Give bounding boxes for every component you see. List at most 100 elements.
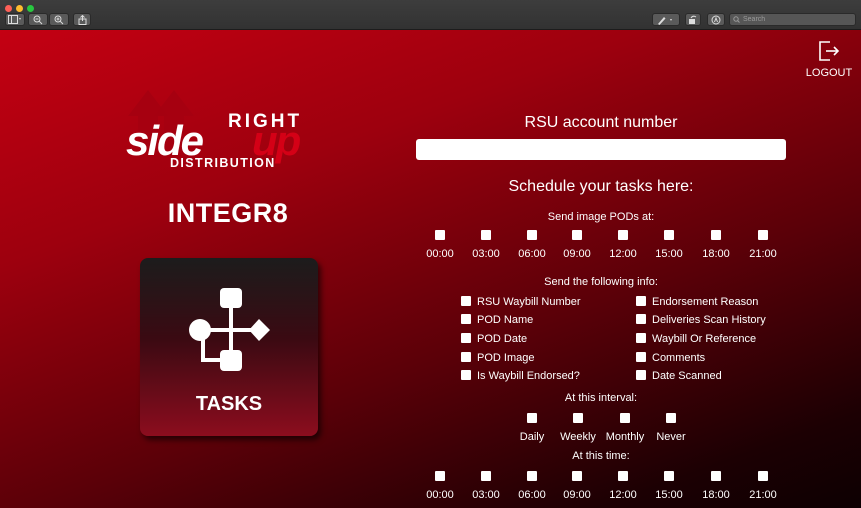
zoom-out-button[interactable] [28,13,48,26]
pod-time-option[interactable]: 00:00 [417,230,463,260]
pod-time-label: 00:00 [426,248,454,260]
zoom-window-button[interactable] [27,5,34,12]
annotate-button[interactable] [707,13,725,26]
time-option[interactable]: 15:00 [646,471,692,501]
time-option[interactable]: 12:00 [600,471,646,501]
pod-time-option[interactable]: 03:00 [463,230,509,260]
info-option[interactable]: Endorsement Reason [636,296,758,310]
search-field[interactable]: Search [729,13,856,26]
logout-button[interactable]: LOGOUT [803,40,855,79]
pod-time-label: 18:00 [702,248,730,260]
info-label: Date Scanned [652,370,722,382]
time-heading: At this time: [572,450,630,462]
time-label: 06:00 [518,489,546,501]
interval-option[interactable]: Never [648,413,694,443]
time-option[interactable]: 09:00 [554,471,600,501]
pod-time-checkbox[interactable] [481,230,491,240]
info-option[interactable]: Comments [636,352,705,366]
time-option[interactable]: 18:00 [693,471,739,501]
pods-heading: Send image PODs at: [547,211,655,223]
time-option[interactable]: 06:00 [509,471,555,501]
info-option[interactable]: POD Image [461,352,534,366]
search-placeholder: Search [743,16,766,23]
time-option[interactable]: 21:00 [740,471,786,501]
time-checkbox[interactable] [481,471,491,481]
interval-checkbox[interactable] [573,413,583,423]
interval-option[interactable]: Weekly [555,413,601,443]
pod-time-option[interactable]: 18:00 [693,230,739,260]
time-checkbox[interactable] [527,471,537,481]
interval-checkbox[interactable] [666,413,676,423]
pod-time-option[interactable]: 15:00 [646,230,692,260]
pod-time-label: 09:00 [563,248,591,260]
minimize-window-button[interactable] [16,5,23,12]
time-checkbox[interactable] [435,471,445,481]
time-label: 09:00 [563,489,591,501]
interval-option[interactable]: Daily [509,413,555,443]
pod-time-option[interactable]: 12:00 [600,230,646,260]
info-checkbox[interactable] [461,333,471,343]
search-icon [733,16,740,23]
info-option[interactable]: Is Waybill Endorsed? [461,370,580,384]
info-checkbox[interactable] [636,333,646,343]
pod-time-checkbox[interactable] [664,230,674,240]
pod-time-option[interactable]: 09:00 [554,230,600,260]
info-option[interactable]: POD Date [461,333,527,347]
pen-icon [658,17,672,25]
tasks-button[interactable]: TASKS [140,258,318,436]
markup-button[interactable] [652,13,680,26]
info-checkbox[interactable] [461,352,471,362]
time-label: 12:00 [609,489,637,501]
zoom-in-button[interactable] [49,13,69,26]
time-option[interactable]: 00:00 [417,471,463,501]
info-heading: Send the following info: [544,276,658,288]
interval-option[interactable]: Monthly [602,413,648,443]
time-checkbox[interactable] [618,471,628,481]
info-option[interactable]: RSU Waybill Number [461,296,581,310]
pod-time-label: 06:00 [518,248,546,260]
zoom-in-icon [54,15,64,25]
interval-checkbox[interactable] [620,413,630,423]
pod-time-option[interactable]: 21:00 [740,230,786,260]
info-option[interactable]: Waybill Or Reference [636,333,756,347]
time-checkbox[interactable] [664,471,674,481]
sidebar-icon [8,15,21,24]
pod-time-checkbox[interactable] [572,230,582,240]
account-number-input[interactable] [416,139,786,160]
info-checkbox[interactable] [636,352,646,362]
app-title: INTEGR8 [167,198,289,228]
time-option[interactable]: 03:00 [463,471,509,501]
time-checkbox[interactable] [711,471,721,481]
rotate-icon [689,15,697,24]
info-checkbox[interactable] [636,314,646,324]
share-icon [78,15,86,25]
pod-time-checkbox[interactable] [711,230,721,240]
sidebar-toggle-button[interactable] [5,13,25,26]
info-label: POD Name [477,314,534,326]
pod-time-checkbox[interactable] [527,230,537,240]
interval-label: Never [656,431,686,443]
pod-time-checkbox[interactable] [618,230,628,240]
annotate-icon [711,15,721,25]
share-button[interactable] [73,13,91,26]
info-option[interactable]: Deliveries Scan History [636,314,766,328]
time-checkbox[interactable] [758,471,768,481]
logout-label: LOGOUT [805,67,853,79]
time-checkbox[interactable] [572,471,582,481]
close-window-button[interactable] [5,5,12,12]
info-checkbox[interactable] [461,314,471,324]
pod-time-option[interactable]: 06:00 [509,230,555,260]
info-checkbox[interactable] [461,296,471,306]
time-label: 18:00 [702,489,730,501]
info-checkbox[interactable] [636,370,646,380]
pod-time-checkbox[interactable] [435,230,445,240]
info-checkbox[interactable] [636,296,646,306]
info-option[interactable]: POD Name [461,314,533,328]
info-option[interactable]: Date Scanned [636,370,722,384]
rotate-button[interactable] [685,13,701,26]
schedule-heading: Schedule your tasks here: [508,178,694,195]
pod-time-checkbox[interactable] [758,230,768,240]
info-checkbox[interactable] [461,370,471,380]
interval-checkbox[interactable] [527,413,537,423]
interval-heading: At this interval: [564,392,638,404]
